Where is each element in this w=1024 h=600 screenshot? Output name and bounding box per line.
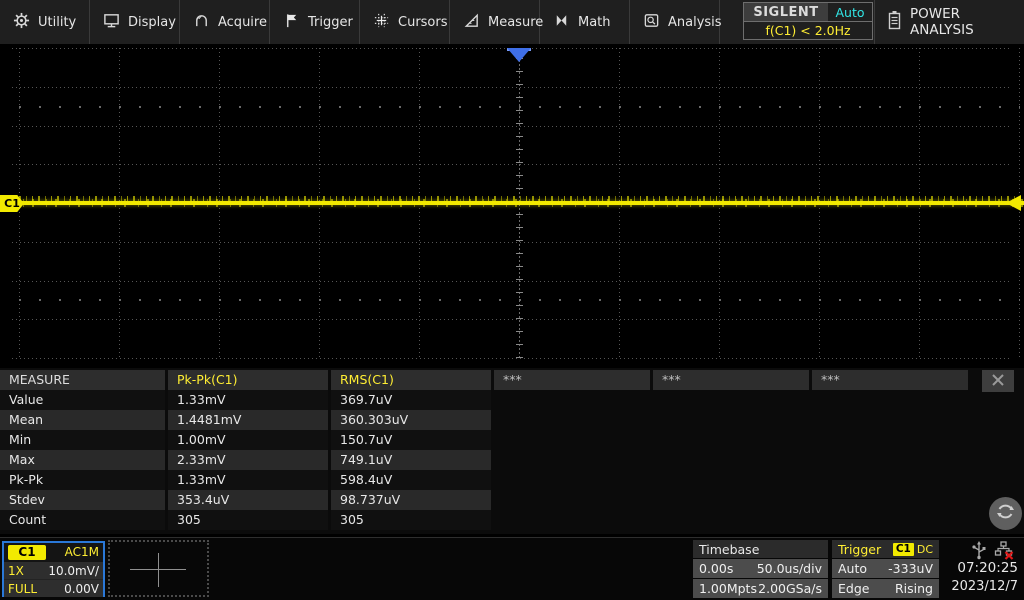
timebase-delay: 0.00s xyxy=(699,561,733,576)
timebase-box[interactable]: Timebase 0.00s 50.0us/div 1.00Mpts 2.00G… xyxy=(693,540,828,598)
menu-cursors[interactable]: Cursors xyxy=(360,0,450,44)
acquisition-status: Auto xyxy=(828,3,872,21)
timebase-scale: 50.0us/div xyxy=(757,561,822,576)
measure-column-empty-3[interactable]: *** xyxy=(812,370,968,390)
math-icon xyxy=(553,12,570,33)
gear-icon xyxy=(13,12,30,33)
measure-column-empty-1[interactable]: *** xyxy=(494,370,650,390)
timebase-memory: 1.00Mpts xyxy=(699,581,757,596)
trigger-level: -333uV xyxy=(888,561,933,576)
close-icon xyxy=(991,372,1005,391)
power-analysis-button[interactable]: POWER ANALYSIS xyxy=(875,0,1024,44)
acquire-icon xyxy=(193,12,210,33)
channel1-coupling: AC1M xyxy=(65,545,99,559)
cursors-icon xyxy=(373,12,390,33)
bottom-bar: C1 AC1M 1X 10.0mV/ FULL 0.00V Timebase 0… xyxy=(0,538,1024,600)
trigger-type: Edge xyxy=(838,581,869,596)
flag-icon xyxy=(283,12,300,33)
menu-display[interactable]: Display xyxy=(90,0,180,44)
menu-cursors-label: Cursors xyxy=(398,15,448,30)
crosshair-icon xyxy=(158,553,159,587)
trigger-coupling: DC xyxy=(917,543,933,556)
menu-display-label: Display xyxy=(128,15,176,30)
trigger-position-marker[interactable] xyxy=(507,48,531,62)
channel1-probe: 1X xyxy=(8,564,24,578)
menu-math-label: Math xyxy=(578,15,611,30)
menu-math[interactable]: Math xyxy=(540,0,630,44)
trigger-mode: Auto xyxy=(838,561,867,576)
channel1-bandwidth: FULL xyxy=(8,582,37,596)
measure-row-max: Max 2.33mV 749.1uV xyxy=(0,450,491,470)
menu-analysis[interactable]: Analysis xyxy=(630,0,720,44)
display-icon xyxy=(103,12,120,33)
oscilloscope-screen: Utility Display Acquire Trigger Cursors … xyxy=(0,0,1024,600)
menu-utility-label: Utility xyxy=(38,15,76,30)
menu-analysis-label: Analysis xyxy=(668,15,722,30)
clock-date[interactable]: 2023/12/7 xyxy=(933,579,1018,594)
analysis-icon xyxy=(643,12,660,33)
acquisition-status-box[interactable]: SIGLENT Auto f(C1) < 2.0Hz xyxy=(743,2,873,40)
menu-utility[interactable]: Utility xyxy=(0,0,90,44)
timebase-label: Timebase xyxy=(699,542,759,557)
siglent-logo: SIGLENT xyxy=(744,3,828,21)
refresh-icon xyxy=(994,500,1017,527)
power-analysis-label: POWER ANALYSIS xyxy=(910,6,1024,38)
add-channel-placeholder[interactable] xyxy=(108,540,209,597)
channel1-name-chip: C1 xyxy=(8,545,46,560)
measure-row-stdev: Stdev 353.4uV 98.737uV xyxy=(0,490,491,510)
measure-row-pkpk: Pk-Pk 1.33mV 598.4uV xyxy=(0,470,491,490)
measure-row-mean: Mean 1.4481mV 360.303uV xyxy=(0,410,491,430)
measure-column-empty-2[interactable]: *** xyxy=(653,370,809,390)
waveform-display[interactable]: C1 xyxy=(0,44,1024,364)
refresh-widget[interactable] xyxy=(989,497,1022,530)
measure-row-value: Value 1.33mV 369.7uV xyxy=(0,390,491,410)
menu-bar: Utility Display Acquire Trigger Cursors … xyxy=(0,0,1024,44)
channel1-scale: 10.0mV/ xyxy=(48,564,99,578)
measure-icon xyxy=(463,12,480,33)
channel1-trace[interactable] xyxy=(0,194,1024,210)
menu-trigger[interactable]: Trigger xyxy=(270,0,360,44)
measure-title: MEASURE xyxy=(0,370,165,390)
clock-time[interactable]: 07:20:25 xyxy=(938,560,1018,576)
menu-trigger-label: Trigger xyxy=(308,15,353,30)
trigger-box[interactable]: Trigger C1 DC Auto -333uV Edge Rising xyxy=(832,540,939,598)
menu-acquire[interactable]: Acquire xyxy=(180,0,270,44)
measure-row-count: Count 305 305 xyxy=(0,510,491,530)
menu-measure-label: Measure xyxy=(488,15,543,30)
brand-block: SIGLENT Auto f(C1) < 2.0Hz xyxy=(720,0,875,44)
trigger-level-marker[interactable] xyxy=(1006,195,1021,211)
trigger-slope: Rising xyxy=(895,581,933,596)
measure-column-pkpk[interactable]: Pk-Pk(C1) xyxy=(168,370,328,390)
measure-close-button[interactable] xyxy=(982,370,1014,392)
channel1-offset: 0.00V xyxy=(64,582,99,596)
measure-column-rms[interactable]: RMS(C1) xyxy=(331,370,491,390)
channel1-descriptor-box[interactable]: C1 AC1M 1X 10.0mV/ FULL 0.00V xyxy=(2,541,105,597)
timebase-sample-rate: 2.00GSa/s xyxy=(758,581,822,596)
battery-icon xyxy=(887,10,902,34)
frequency-counter: f(C1) < 2.0Hz xyxy=(744,21,872,39)
measure-header-row: MEASURE Pk-Pk(C1) RMS(C1) *** *** *** xyxy=(0,370,968,390)
measure-row-min: Min 1.00mV 150.7uV xyxy=(0,430,491,450)
trigger-source-chip: C1 xyxy=(893,543,914,556)
menu-acquire-label: Acquire xyxy=(218,15,267,30)
menu-measure[interactable]: Measure xyxy=(450,0,540,44)
measure-panel: MEASURE Pk-Pk(C1) RMS(C1) *** *** *** Va… xyxy=(0,368,1024,534)
trigger-label: Trigger xyxy=(838,542,881,557)
